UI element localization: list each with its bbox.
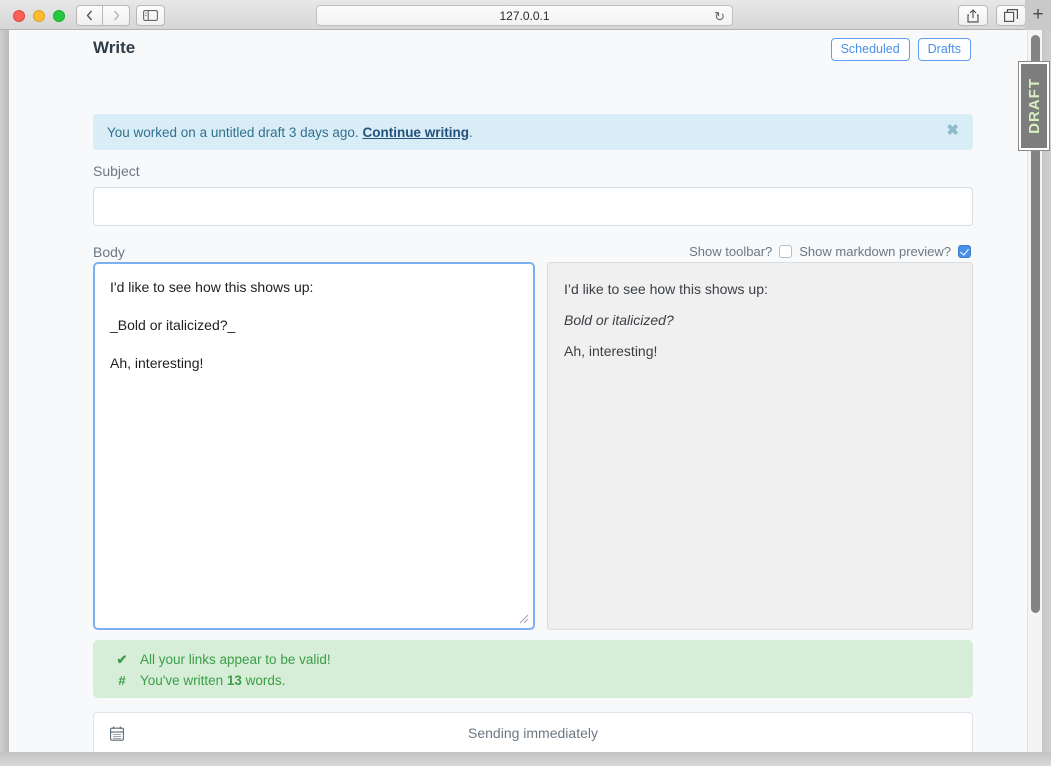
preview-paragraph: Bold or italicized? — [564, 312, 674, 328]
sidebar-icon — [143, 10, 158, 21]
editor-row: I’d like to see how this shows up: Bold … — [93, 262, 973, 630]
show-toolbar-checkbox[interactable] — [779, 245, 793, 258]
preview-paragraph: Ah, interesting! — [564, 343, 658, 359]
show-toolbar-label: Show toolbar? — [689, 244, 773, 259]
draft-side-tab[interactable]: DRAFT — [1019, 62, 1049, 150]
word-count-status: # You've written 13 words. — [93, 670, 973, 691]
editor-toggles: Show toolbar? Show markdown preview? — [689, 244, 971, 259]
validation-status-box: ✔ All your links appear to be valid! # Y… — [93, 640, 973, 698]
banner-text-before: You worked on a untitled draft 3 days ag… — [107, 124, 359, 140]
page-header: Write Scheduled Drafts — [9, 38, 1027, 68]
show-tabs-button[interactable] — [996, 5, 1026, 26]
close-window-button[interactable] — [13, 10, 25, 22]
url-text: 127.0.0.1 — [499, 8, 550, 23]
show-markdown-preview-label: Show markdown preview? — [799, 244, 951, 259]
header-actions: Scheduled Drafts — [830, 38, 971, 61]
banner-message: You worked on a untitled draft 3 days ag… — [107, 125, 473, 140]
draft-side-tab-label: DRAFT — [1025, 78, 1043, 134]
back-button[interactable] — [76, 5, 103, 26]
subject-input[interactable] — [93, 187, 973, 226]
navigation-buttons — [76, 5, 130, 26]
link-validation-text: All your links appear to be valid! — [140, 652, 331, 667]
close-banner-button[interactable]: ✖ — [946, 123, 959, 139]
scheduled-button[interactable]: Scheduled — [830, 38, 910, 61]
reload-icon[interactable]: ↻ — [714, 9, 725, 25]
window-controls — [13, 10, 65, 22]
show-toolbar-toggle[interactable]: Show toolbar? — [689, 244, 793, 259]
calendar-icon — [110, 726, 124, 741]
banner-text-after: . — [468, 124, 473, 140]
subject-label: Subject — [93, 163, 140, 179]
browser-titlebar: 127.0.0.1 ↻ + — [0, 0, 1051, 30]
markdown-preview-pane: I’d like to see how this shows up: Bold … — [547, 262, 973, 630]
viewport-left-gutter — [0, 30, 9, 766]
tabs-icon — [1004, 9, 1018, 22]
word-count-suffix: words. — [241, 673, 286, 688]
toolbar-right-actions — [958, 5, 1026, 26]
chevron-left-icon — [86, 10, 93, 21]
new-tab-button[interactable]: + — [1025, 0, 1051, 30]
show-markdown-preview-toggle[interactable]: Show markdown preview? — [799, 244, 971, 259]
body-textarea[interactable] — [93, 262, 535, 630]
page-content: Write Scheduled Drafts You worked on a u… — [9, 30, 1027, 766]
draft-reminder-banner: You worked on a untitled draft 3 days ag… — [93, 114, 973, 150]
window-bottom-edge — [0, 752, 1051, 766]
minimize-window-button[interactable] — [33, 10, 45, 22]
body-label: Body — [93, 244, 125, 260]
schedule-text: Sending immediately — [468, 725, 598, 741]
word-count-text: You've written 13 words. — [140, 673, 285, 688]
preview-paragraph: I’d like to see how this shows up: — [564, 281, 768, 297]
browser-window: 127.0.0.1 ↻ + Write Scheduled Drafts You… — [0, 0, 1051, 766]
maximize-window-button[interactable] — [53, 10, 65, 22]
check-icon: ✔ — [116, 651, 128, 667]
chevron-right-icon — [113, 10, 119, 21]
continue-writing-link[interactable]: Continue writing — [362, 125, 468, 140]
page-title: Write — [93, 38, 136, 57]
word-count-value: 13 — [226, 673, 242, 688]
drafts-button[interactable]: Drafts — [917, 38, 971, 61]
web-page: Write Scheduled Drafts You worked on a u… — [9, 30, 1042, 766]
schedule-selector[interactable]: Sending immediately — [93, 712, 973, 754]
share-button[interactable] — [958, 5, 988, 26]
word-count-prefix: You've written — [140, 673, 227, 688]
link-validation-status: ✔ All your links appear to be valid! — [93, 649, 973, 670]
share-icon — [967, 8, 979, 23]
sidebar-toggle-button[interactable] — [136, 5, 165, 26]
url-bar[interactable]: 127.0.0.1 ↻ — [316, 5, 733, 26]
forward-button[interactable] — [103, 5, 130, 26]
show-markdown-preview-checkbox[interactable] — [958, 245, 971, 258]
hash-icon: # — [118, 673, 126, 688]
